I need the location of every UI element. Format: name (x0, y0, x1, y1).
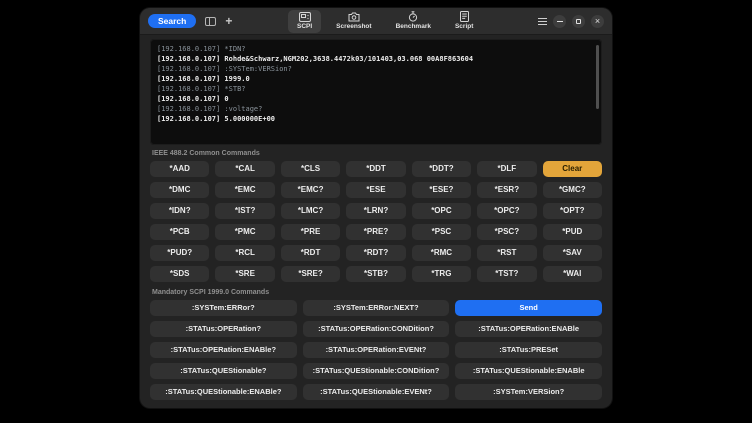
command-button[interactable]: :STATus:PRESet (455, 342, 602, 358)
command-button[interactable]: :SYSTem:ERRor:NEXT? (303, 300, 450, 316)
camera-icon (348, 12, 360, 22)
command-button[interactable]: *CLS (281, 161, 340, 177)
stopwatch-icon (408, 12, 418, 22)
search-button[interactable]: Search (148, 14, 196, 29)
minimize-button[interactable] (553, 15, 566, 28)
command-button[interactable]: *GMC? (543, 182, 602, 198)
command-button[interactable]: *LMC? (281, 203, 340, 219)
terminal-line: [192.168.0.107] *STB? (157, 84, 595, 94)
command-button[interactable]: *DLF (477, 161, 536, 177)
command-button[interactable]: *ESE? (412, 182, 471, 198)
scpi-instrument-icon (299, 12, 311, 22)
tab-benchmark[interactable]: Benchmark (387, 10, 440, 33)
terminal-line: [192.168.0.107] 0 (157, 94, 595, 104)
tab-bar: SCPI Screenshot (288, 10, 482, 33)
command-button[interactable]: *AAD (150, 161, 209, 177)
tab-label: SCPI (297, 23, 312, 30)
command-button[interactable]: *EMC? (281, 182, 340, 198)
tab-label: Benchmark (396, 23, 431, 30)
command-button[interactable]: *CAL (215, 161, 274, 177)
command-button[interactable]: :STATus:QUEStionable:ENABle (455, 363, 602, 379)
menu-icon[interactable] (538, 18, 547, 25)
command-button[interactable]: :STATus:OPERation? (150, 321, 297, 337)
mandatory-command-grid: :SYSTem:ERRor? :SYSTem:ERRor:NEXT? Send :ST… (150, 300, 602, 400)
terminal-line: [192.168.0.107] :SYSTem:VERSion? (157, 64, 595, 74)
command-button[interactable]: *OPC (412, 203, 471, 219)
send-button[interactable]: Send (455, 300, 602, 316)
terminal-lines: [192.168.0.107] *IDN?[192.168.0.107] Roh… (157, 44, 595, 124)
command-button[interactable]: *RDT? (346, 245, 405, 261)
command-button[interactable]: *RST (477, 245, 536, 261)
command-button[interactable]: *OPC? (477, 203, 536, 219)
command-button[interactable]: *PSC? (477, 224, 536, 240)
command-button[interactable]: *PSC (412, 224, 471, 240)
clear-button[interactable]: Clear (543, 161, 602, 177)
mandatory-section-label: Mandatory SCPI 1999.0 Commands (152, 288, 600, 297)
command-button[interactable]: :STATus:QUEStionable:ENABle? (150, 384, 297, 400)
command-button[interactable]: *RCL (215, 245, 274, 261)
command-button[interactable]: *RMC (412, 245, 471, 261)
command-button[interactable]: *OPT? (543, 203, 602, 219)
command-button[interactable]: *RDT (281, 245, 340, 261)
command-button[interactable]: *PUD (543, 224, 602, 240)
command-button[interactable]: *STB? (346, 266, 405, 282)
command-button[interactable]: :STATus:OPERation:ENABle (455, 321, 602, 337)
command-button[interactable]: *DMC (150, 182, 209, 198)
close-button[interactable]: × (591, 15, 604, 28)
titlebar-left-group: Search + (148, 14, 232, 29)
app-window: Search + SCPI (140, 8, 612, 408)
command-button[interactable]: :STATus:QUEStionable? (150, 363, 297, 379)
tab-screenshot[interactable]: Screenshot (327, 10, 380, 33)
tab-label: Screenshot (336, 23, 371, 30)
command-button[interactable]: *SRE? (281, 266, 340, 282)
command-button[interactable]: :SYSTem:VERSion? (455, 384, 602, 400)
command-button[interactable]: *DDT (346, 161, 405, 177)
command-button[interactable]: *IST? (215, 203, 274, 219)
command-button[interactable]: :STATus:OPERation:EVENt? (303, 342, 450, 358)
terminal-line: [192.168.0.107] 5.000000E+00 (157, 114, 595, 124)
sidebar-toggle-icon[interactable] (205, 17, 216, 26)
maximize-button[interactable] (572, 15, 585, 28)
command-button[interactable]: *TRG (412, 266, 471, 282)
command-button[interactable]: *PUD? (150, 245, 209, 261)
command-button[interactable]: *TST? (477, 266, 536, 282)
terminal-line: [192.168.0.107] 1999.0 (157, 74, 595, 84)
tab-script[interactable]: Script (446, 10, 482, 33)
window-controls: × (538, 15, 604, 28)
terminal-line: [192.168.0.107] :voltage? (157, 104, 595, 114)
command-button[interactable]: *ESE (346, 182, 405, 198)
command-button[interactable]: *DDT? (412, 161, 471, 177)
titlebar: Search + SCPI (140, 8, 612, 35)
command-button[interactable]: *SAV (543, 245, 602, 261)
command-button[interactable]: :STATus:OPERation:ENABle? (150, 342, 297, 358)
command-button[interactable]: *LRN? (346, 203, 405, 219)
command-button[interactable]: :STATus:OPERation:CONDition? (303, 321, 450, 337)
terminal-line: [192.168.0.107] Rohde&Schwarz,NGM202,363… (157, 54, 595, 64)
command-button[interactable]: *PMC (215, 224, 274, 240)
command-button[interactable]: *WAI (543, 266, 602, 282)
new-tab-button[interactable]: + (225, 16, 232, 26)
command-button[interactable]: *ESR? (477, 182, 536, 198)
command-button[interactable]: *SRE (215, 266, 274, 282)
desktop-background: Search + SCPI (0, 0, 752, 423)
command-button[interactable]: :SYSTem:ERRor? (150, 300, 297, 316)
command-button[interactable]: *IDN? (150, 203, 209, 219)
command-button[interactable]: :STATus:QUEStionable:EVENt? (303, 384, 450, 400)
ieee-command-grid: *AAD *CAL *CLS *DDT *DDT? *DLF Clear *DMC *EMC *E… (150, 161, 602, 282)
terminal-scrollbar[interactable] (596, 45, 599, 109)
tab-label: Script (455, 23, 473, 30)
terminal-line: [192.168.0.107] *IDN? (157, 44, 595, 54)
command-button[interactable]: *SDS (150, 266, 209, 282)
script-document-icon (460, 12, 469, 22)
terminal-log: [192.168.0.107] *IDN?[192.168.0.107] Roh… (150, 39, 602, 145)
command-button[interactable]: :STATus:QUEStionable:CONDition? (303, 363, 450, 379)
tab-scpi[interactable]: SCPI (288, 10, 321, 33)
command-button[interactable]: *PRE? (346, 224, 405, 240)
command-button[interactable]: *PRE (281, 224, 340, 240)
ieee-section-label: IEEE 488.2 Common Commands (152, 149, 600, 158)
command-button[interactable]: *EMC (215, 182, 274, 198)
command-button[interactable]: *PCB (150, 224, 209, 240)
